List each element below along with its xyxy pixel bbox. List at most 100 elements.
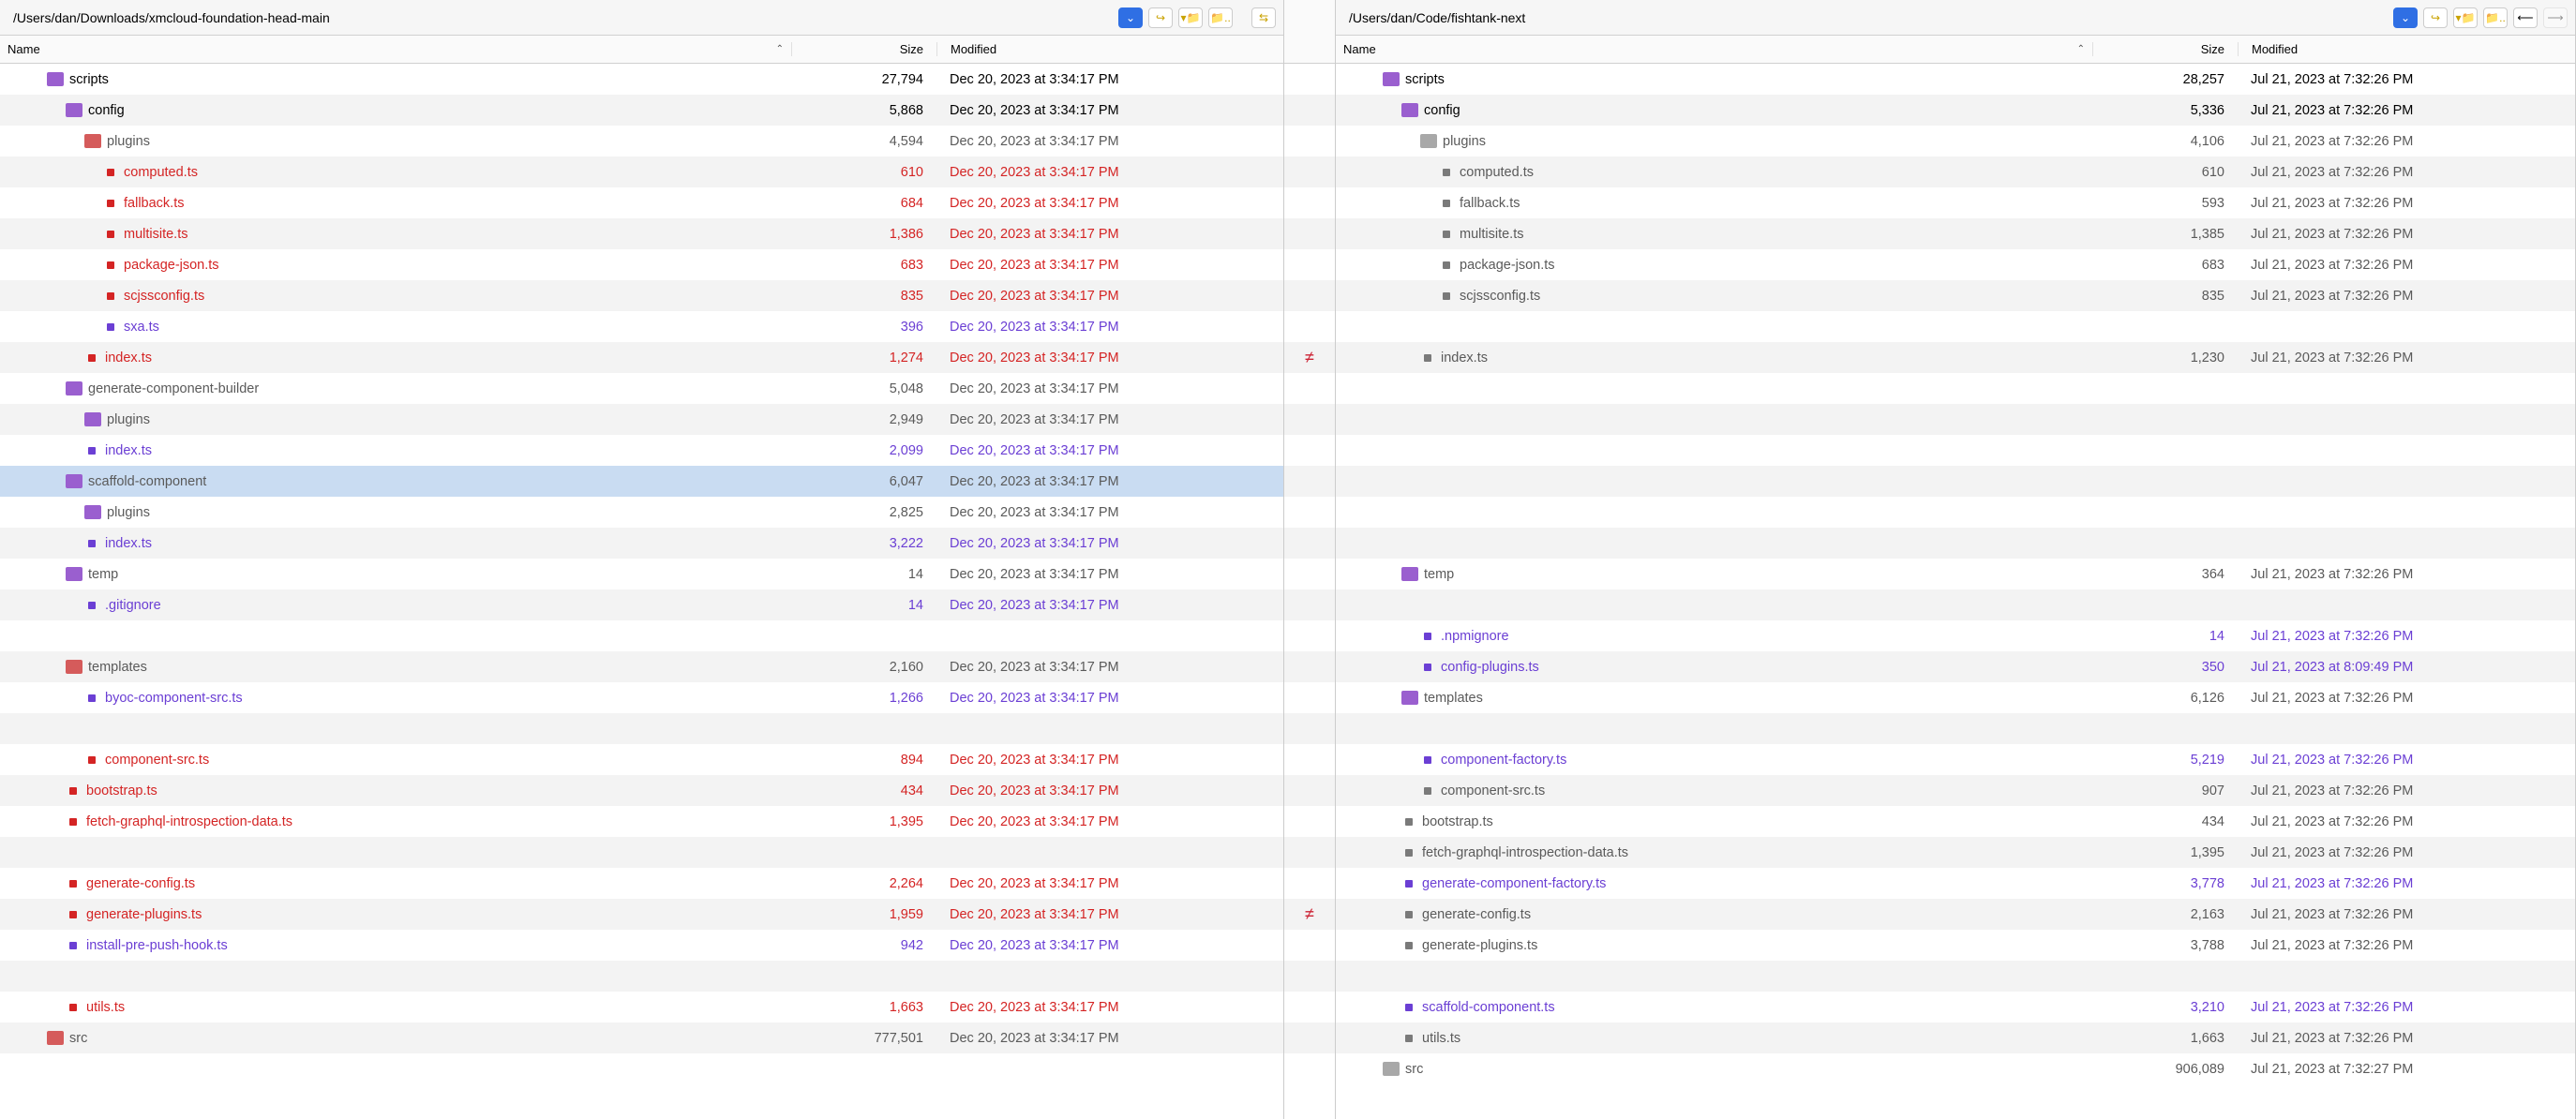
file-row[interactable]: bootstrap.ts434Jul 21, 2023 at 7:32:26 P… (1336, 806, 2575, 837)
folder-row[interactable]: plugins4,594Dec 20, 2023 at 3:34:17 PM (0, 126, 1283, 157)
folder-row[interactable]: scaffold-component6,047Dec 20, 2023 at 3… (0, 466, 1283, 497)
file-row[interactable]: .npmignore14Jul 21, 2023 at 7:32:26 PM (1336, 620, 2575, 651)
file-name-label: index.ts (1441, 351, 1488, 366)
file-row[interactable]: generate-config.ts2,264Dec 20, 2023 at 3… (0, 868, 1283, 899)
file-row[interactable]: index.ts1,274Dec 20, 2023 at 3:34:17 PM (0, 342, 1283, 373)
file-icon (1443, 169, 1450, 176)
sort-caret-icon: ⌃ (776, 44, 784, 54)
file-row[interactable]: index.ts2,099Dec 20, 2023 at 3:34:17 PM (0, 435, 1283, 466)
folder-row[interactable]: src777,501Dec 20, 2023 at 3:34:17 PM (0, 1022, 1283, 1053)
file-row[interactable]: utils.ts1,663Dec 20, 2023 at 3:34:17 PM (0, 992, 1283, 1022)
col-modified-header[interactable]: Modified (936, 42, 1283, 56)
file-row[interactable]: scjssconfig.ts835Jul 21, 2023 at 7:32:26… (1336, 280, 2575, 311)
file-row[interactable]: computed.ts610Dec 20, 2023 at 3:34:17 PM (0, 157, 1283, 187)
left-path-input[interactable] (7, 7, 1113, 29)
col-modified-header[interactable]: Modified (2238, 42, 2575, 56)
file-row[interactable]: generate-plugins.ts3,788Jul 21, 2023 at … (1336, 930, 2575, 961)
folder-row[interactable]: templates2,160Dec 20, 2023 at 3:34:17 PM (0, 651, 1283, 682)
cell-size: 3,210 (2092, 1000, 2238, 1015)
empty-row (1336, 589, 2575, 620)
empty-row (0, 713, 1283, 744)
file-row[interactable]: multisite.ts1,386Dec 20, 2023 at 3:34:17… (0, 218, 1283, 249)
file-row[interactable]: generate-plugins.ts1,959Dec 20, 2023 at … (0, 899, 1283, 930)
file-row[interactable]: utils.ts1,663Jul 21, 2023 at 7:32:26 PM (1336, 1022, 2575, 1053)
file-name-label: scripts (69, 72, 109, 87)
file-row[interactable]: index.ts3,222Dec 20, 2023 at 3:34:17 PM (0, 528, 1283, 559)
cell-size: 6,047 (791, 474, 936, 489)
folder-icon (84, 505, 101, 519)
right-column-header[interactable]: Name ⌃ Size Modified (1336, 36, 2575, 64)
folder-row[interactable]: src906,089Jul 21, 2023 at 7:32:27 PM (1336, 1053, 2575, 1084)
folder-row[interactable]: plugins2,825Dec 20, 2023 at 3:34:17 PM (0, 497, 1283, 528)
nav-forward-icon[interactable]: ⟶ (2543, 7, 2568, 28)
cell-modified: Dec 20, 2023 at 3:34:17 PM (936, 103, 1283, 118)
file-name-label: plugins (107, 134, 150, 149)
folder-row[interactable]: scripts27,794Dec 20, 2023 at 3:34:17 PM (0, 64, 1283, 95)
file-row[interactable]: fetch-graphql-introspection-data.ts1,395… (0, 806, 1283, 837)
path-dropdown-button[interactable]: ⌄ (1118, 7, 1143, 28)
file-row[interactable]: package-json.ts683Dec 20, 2023 at 3:34:1… (0, 249, 1283, 280)
file-row[interactable]: fallback.ts593Jul 21, 2023 at 7:32:26 PM (1336, 187, 2575, 218)
cell-name: package-json.ts (0, 258, 791, 273)
col-size-header[interactable]: Size (2092, 42, 2238, 56)
folder-icon (1383, 72, 1400, 86)
cell-modified: Jul 21, 2023 at 7:32:26 PM (2238, 289, 2575, 304)
path-dropdown-button[interactable]: ⌄ (2393, 7, 2418, 28)
folder-row[interactable]: plugins4,106Jul 21, 2023 at 7:32:26 PM (1336, 126, 2575, 157)
file-row[interactable]: component-src.ts907Jul 21, 2023 at 7:32:… (1336, 775, 2575, 806)
file-row[interactable]: config-plugins.ts350Jul 21, 2023 at 8:09… (1336, 651, 2575, 682)
file-row[interactable]: component-src.ts894Dec 20, 2023 at 3:34:… (0, 744, 1283, 775)
right-file-listing[interactable]: scripts28,257Jul 21, 2023 at 7:32:26 PMc… (1336, 64, 2575, 1119)
folder-row[interactable]: temp14Dec 20, 2023 at 3:34:17 PM (0, 559, 1283, 589)
cell-modified: Jul 21, 2023 at 8:09:49 PM (2238, 660, 2575, 675)
left-column-header[interactable]: Name ⌃ Size Modified (0, 36, 1283, 64)
folder-open-icon[interactable]: ▾📁 (1178, 7, 1203, 28)
file-row[interactable]: index.ts1,230Jul 21, 2023 at 7:32:26 PM (1336, 342, 2575, 373)
cell-modified: Jul 21, 2023 at 7:32:27 PM (2238, 1062, 2575, 1077)
col-size-header[interactable]: Size (791, 42, 936, 56)
folder-row[interactable]: plugins2,949Dec 20, 2023 at 3:34:17 PM (0, 404, 1283, 435)
file-row[interactable]: package-json.ts683Jul 21, 2023 at 7:32:2… (1336, 249, 2575, 280)
file-row[interactable]: byoc-component-src.ts1,266Dec 20, 2023 a… (0, 682, 1283, 713)
nav-back-icon[interactable]: ⟵ (2513, 7, 2538, 28)
file-row[interactable]: fallback.ts684Dec 20, 2023 at 3:34:17 PM (0, 187, 1283, 218)
folder-row[interactable]: config5,868Dec 20, 2023 at 3:34:17 PM (0, 95, 1283, 126)
file-row[interactable]: .gitignore14Dec 20, 2023 at 3:34:17 PM (0, 589, 1283, 620)
cell-size: 2,264 (791, 876, 936, 891)
col-name-header[interactable]: Name ⌃ (1336, 42, 2092, 56)
cell-name: utils.ts (1336, 1031, 2092, 1046)
file-row[interactable]: scjssconfig.ts835Dec 20, 2023 at 3:34:17… (0, 280, 1283, 311)
left-file-listing[interactable]: scripts27,794Dec 20, 2023 at 3:34:17 PMc… (0, 64, 1283, 1119)
file-row[interactable]: sxa.ts396Dec 20, 2023 at 3:34:17 PM (0, 311, 1283, 342)
redo-icon[interactable]: ↪ (2423, 7, 2448, 28)
file-row[interactable]: fetch-graphql-introspection-data.ts1,395… (1336, 837, 2575, 868)
folder-swap-icon[interactable]: ⇆ (1251, 7, 1276, 28)
diff-marker (1284, 837, 1335, 868)
folder-open-icon[interactable]: ▾📁 (2453, 7, 2478, 28)
file-row[interactable]: multisite.ts1,385Jul 21, 2023 at 7:32:26… (1336, 218, 2575, 249)
folder-up-icon[interactable]: 📁.. (2483, 7, 2508, 28)
file-row[interactable]: generate-component-factory.ts3,778Jul 21… (1336, 868, 2575, 899)
diff-marker (1284, 961, 1335, 992)
folder-row[interactable]: scripts28,257Jul 21, 2023 at 7:32:26 PM (1336, 64, 2575, 95)
file-row[interactable]: scaffold-component.ts3,210Jul 21, 2023 a… (1336, 992, 2575, 1022)
diff-marker (1284, 682, 1335, 713)
file-name-label: generate-plugins.ts (86, 907, 202, 922)
file-row[interactable]: install-pre-push-hook.ts942Dec 20, 2023 … (0, 930, 1283, 961)
file-row[interactable]: computed.ts610Jul 21, 2023 at 7:32:26 PM (1336, 157, 2575, 187)
file-row[interactable]: bootstrap.ts434Dec 20, 2023 at 3:34:17 P… (0, 775, 1283, 806)
cell-modified: Dec 20, 2023 at 3:34:17 PM (936, 227, 1283, 242)
folder-row[interactable]: templates6,126Jul 21, 2023 at 7:32:26 PM (1336, 682, 2575, 713)
folder-up-icon[interactable]: 📁.. (1208, 7, 1233, 28)
right-path-input[interactable] (1343, 7, 2388, 29)
file-row[interactable]: generate-config.ts2,163Jul 21, 2023 at 7… (1336, 899, 2575, 930)
cell-size: 1,230 (2092, 351, 2238, 366)
folder-row[interactable]: temp364Jul 21, 2023 at 7:32:26 PM (1336, 559, 2575, 589)
empty-row (0, 837, 1283, 868)
diff-marker (1284, 775, 1335, 806)
folder-row[interactable]: config5,336Jul 21, 2023 at 7:32:26 PM (1336, 95, 2575, 126)
col-name-header[interactable]: Name ⌃ (0, 42, 791, 56)
file-row[interactable]: component-factory.ts5,219Jul 21, 2023 at… (1336, 744, 2575, 775)
folder-row[interactable]: generate-component-builder5,048Dec 20, 2… (0, 373, 1283, 404)
redo-icon[interactable]: ↪ (1148, 7, 1173, 28)
